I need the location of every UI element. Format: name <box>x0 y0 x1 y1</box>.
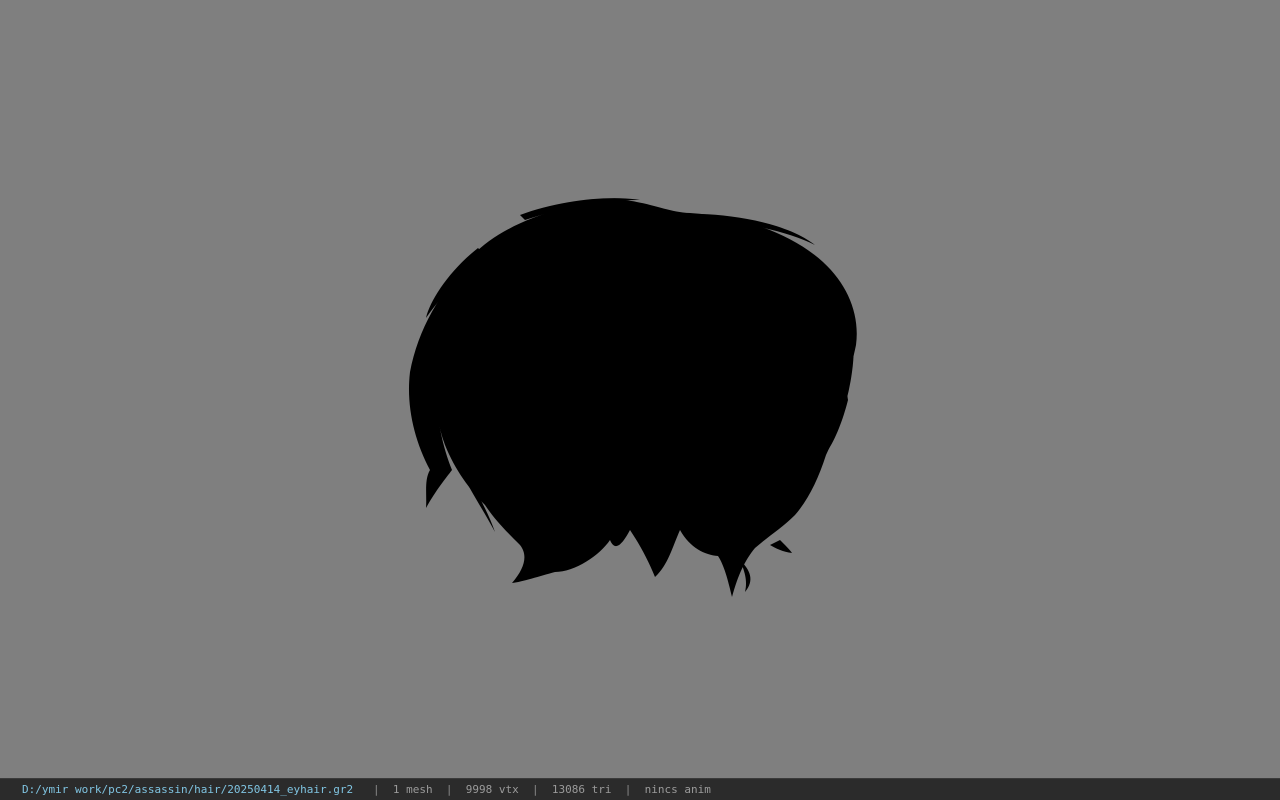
status-bar: D:/ymir work/pc2/assassin/hair/20250414_… <box>0 778 1280 800</box>
vertex-count: 9998 vtx <box>465 783 519 796</box>
hair-model-render <box>408 198 857 597</box>
separator: | <box>445 783 453 796</box>
hair-silhouette <box>408 198 857 597</box>
separator: | <box>532 783 539 796</box>
mesh-count: 1 mesh <box>392 783 433 796</box>
animation-status: nincs anim <box>644 783 711 796</box>
file-path: D:/ymir work/pc2/assassin/hair/20250414_… <box>22 783 354 796</box>
3d-viewport[interactable] <box>0 0 1280 778</box>
triangle-count: 13086 tri <box>551 783 612 796</box>
separator: | <box>373 783 380 796</box>
separator: | <box>624 783 632 796</box>
